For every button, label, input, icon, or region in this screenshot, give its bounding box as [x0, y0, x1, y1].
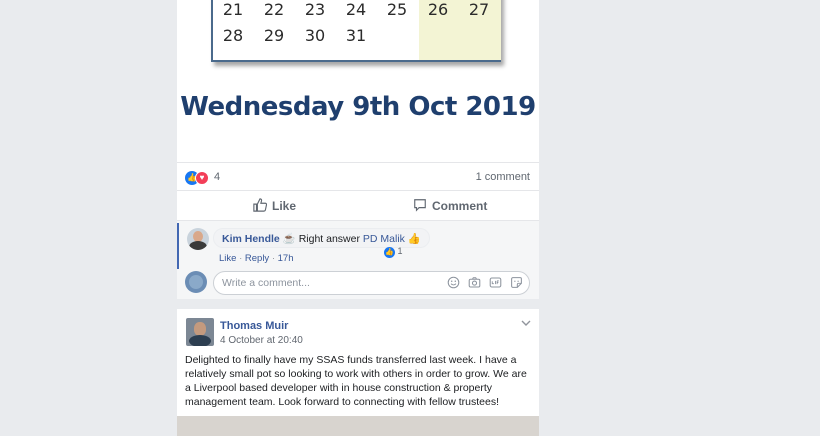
- like-button[interactable]: Like: [253, 191, 296, 221]
- calendar-image[interactable]: 21 22 23 24 25 26 27 28 29 30 31 Wednesd…: [177, 0, 539, 160]
- camera-icon[interactable]: [467, 276, 481, 290]
- calendar-day: 27: [468, 0, 490, 19]
- calendar-day: 26: [427, 0, 449, 19]
- comment-author[interactable]: Kim Hendle: [222, 233, 280, 245]
- calendar-grid: 21 22 23 24 25 26 27 28 29 30 31: [211, 0, 501, 62]
- calendar-day: 25: [386, 0, 408, 19]
- comment-like-link[interactable]: Like: [219, 253, 236, 264]
- like-button-label: Like: [272, 199, 297, 213]
- comment-text: Right answer: [298, 233, 360, 245]
- calendar-row: 28 29 30 31: [213, 26, 503, 46]
- post-body-text: Delighted to finally have my SSAS funds …: [185, 354, 527, 408]
- reaction-summary[interactable]: 👍 ♥: [185, 171, 213, 185]
- calendar-day: 22: [263, 0, 285, 19]
- comment-bubble: Kim Hendle ☕ Right answer PD Malik 👍: [213, 228, 430, 248]
- comment-button-label: Comment: [432, 199, 488, 213]
- calendar-day: 30: [304, 26, 326, 45]
- post-stats-bar: 👍 ♥ 4 1 comment: [177, 162, 539, 190]
- comment-age[interactable]: 17h: [278, 253, 294, 264]
- reaction-count[interactable]: 4: [214, 171, 220, 183]
- chevron-down-icon[interactable]: [521, 318, 531, 329]
- post-card: Thomas Muir 4 October at 20:40 Delighted…: [177, 309, 539, 436]
- comment-meta: Like · Reply · 17h: [219, 253, 294, 264]
- emoji-icon[interactable]: [446, 276, 460, 290]
- calendar-day: 21: [222, 0, 244, 19]
- comment-icon: [413, 198, 427, 215]
- love-reaction-icon: ♥: [195, 171, 209, 185]
- post-actions-bar: Like Comment: [177, 190, 539, 220]
- comment-mention[interactable]: PD Malik: [363, 233, 405, 245]
- comment-count-link[interactable]: 1 comment: [476, 171, 530, 183]
- calendar-day: 28: [222, 26, 244, 45]
- comment-reaction-count: 1: [397, 246, 403, 256]
- comment-input[interactable]: [222, 275, 442, 291]
- current-user-avatar[interactable]: [185, 271, 207, 293]
- calendar-date-caption: Wednesday 9th Oct 2019: [180, 92, 536, 122]
- coffee-emoji: ☕: [282, 233, 296, 245]
- write-comment-box[interactable]: [213, 271, 530, 295]
- thumbs-up-emoji: 👍: [407, 233, 421, 245]
- post-image[interactable]: [177, 416, 539, 436]
- post-timestamp[interactable]: 4 October at 20:40: [220, 335, 303, 346]
- gif-icon[interactable]: [488, 276, 502, 290]
- avatar[interactable]: [186, 318, 214, 346]
- comment-reply-link[interactable]: Reply: [245, 253, 269, 264]
- calendar-day: 23: [304, 0, 326, 19]
- post-card: 21 22 23 24 25 26 27 28 29 30 31 Wednesd…: [177, 0, 539, 299]
- calendar-day: 24: [345, 0, 367, 19]
- comments-section: Kim Hendle ☕ Right answer PD Malik 👍 👍 1…: [177, 220, 539, 299]
- post-author-name[interactable]: Thomas Muir: [220, 320, 288, 332]
- comment-highlight-bar: [177, 223, 179, 269]
- calendar-row: 21 22 23 24 25 26 27: [213, 0, 503, 20]
- calendar-day: 31: [345, 26, 367, 45]
- comment-button[interactable]: Comment: [413, 191, 487, 221]
- avatar[interactable]: [187, 228, 209, 250]
- like-reaction-icon: 👍: [384, 247, 395, 258]
- sticker-icon[interactable]: [509, 276, 523, 290]
- calendar-day: 29: [263, 26, 285, 45]
- thumbs-up-icon: [253, 197, 268, 215]
- comment-reactions[interactable]: 👍 1: [384, 246, 403, 258]
